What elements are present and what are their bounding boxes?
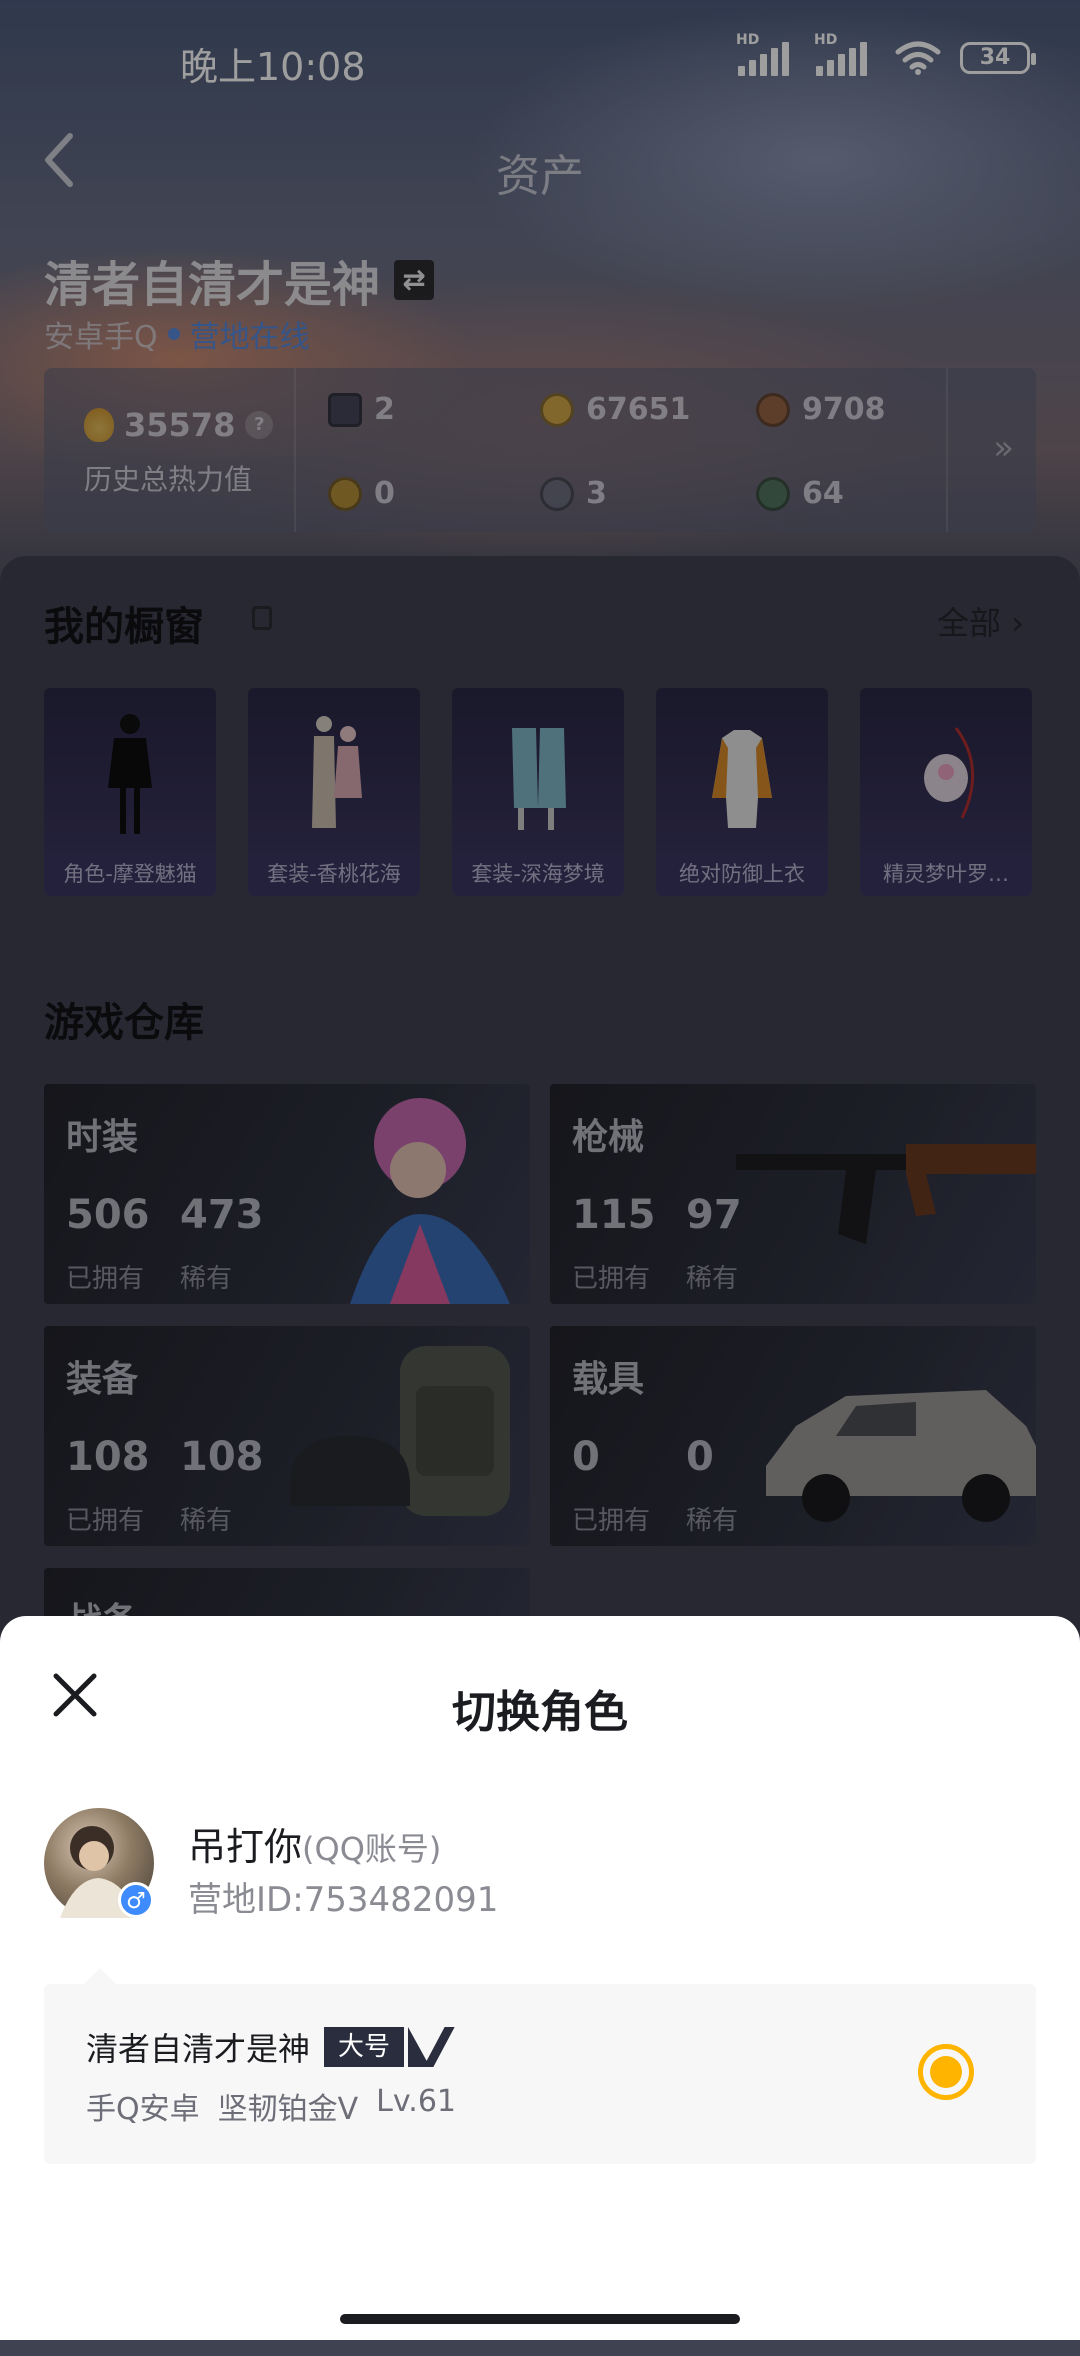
male-icon: ♂	[118, 1882, 154, 1918]
role-name: 清者自清才是神	[86, 2030, 311, 2068]
sheet-title: 切换角色	[452, 1687, 628, 1738]
role-info: 手Q安卓 坚韧铂金V Lv.61	[86, 2084, 456, 2128]
switch-role-sheet: 切换角色 ♂ 吊打你(QQ账号) 营地ID:753482091 清者自清才是神 …	[0, 1616, 1080, 2340]
main-account-badge: 大号	[324, 2027, 455, 2067]
role-name-row: 清者自清才是神 大号	[86, 2024, 455, 2070]
role-level: Lv.61	[376, 2084, 457, 2119]
home-indicator[interactable]	[340, 2314, 740, 2324]
account-type: (QQ账号)	[302, 1830, 442, 1868]
selected-radio-icon[interactable]	[918, 2044, 974, 2100]
role-platform: 手Q安卓	[86, 2092, 200, 2127]
camp-id: 营地ID:753482091	[188, 1880, 499, 1920]
role-rank: 坚韧铂金V	[217, 2092, 359, 2127]
role-option[interactable]: 清者自清才是神 大号 手Q安卓 坚韧铂金V Lv.61	[44, 1968, 1036, 2164]
account-name: 吊打你	[188, 1825, 303, 1869]
account-name-row: 吊打你(QQ账号)	[188, 1816, 441, 1871]
